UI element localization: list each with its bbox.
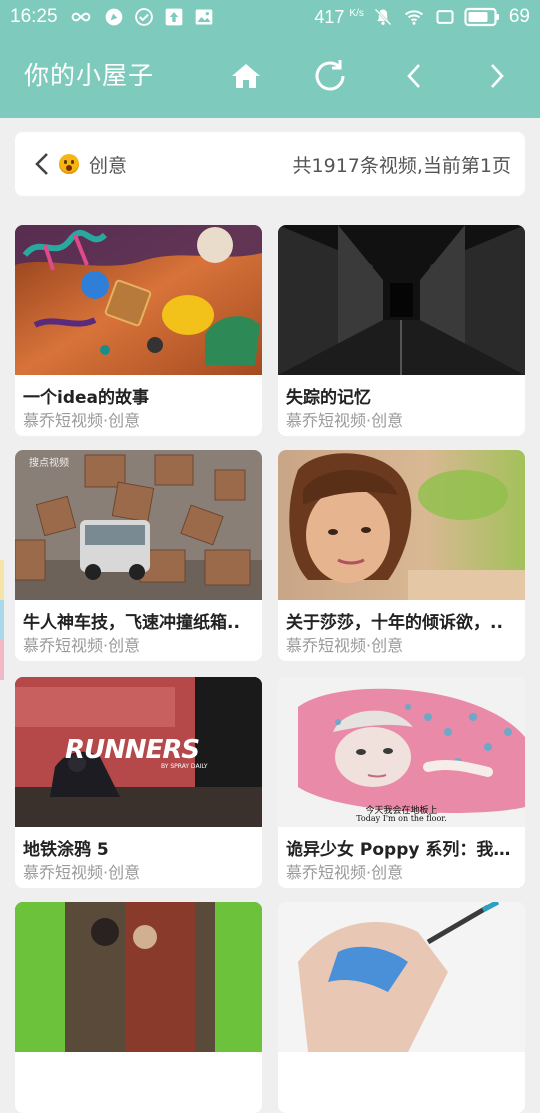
infinity-icon [71, 12, 90, 22]
video-overlay-subtext: BY SPRAY DAILY [161, 763, 208, 770]
video-title: 牛人神车技，飞速冲撞纸箱.. [23, 613, 240, 633]
next-page-button[interactable] [475, 54, 519, 98]
prev-page-button[interactable] [392, 54, 436, 98]
video-source: 慕乔短视频·创意 [23, 411, 141, 430]
battery-percent: 69 [508, 6, 530, 27]
status-bar: 16:25 417 K/s 69 [0, 0, 540, 34]
video-caption-en: Today I'm on the floor. [356, 814, 447, 823]
video-card[interactable]: 搜点视频 牛人神车技，飞速冲撞纸箱.. 慕乔短视频·创意 [15, 450, 262, 661]
video-card[interactable] [15, 902, 262, 1113]
video-source: 慕乔短视频·创意 [286, 636, 404, 655]
video-title: 关于莎莎，十年的倾诉欲，.. [286, 613, 503, 633]
chevron-right-icon [491, 64, 504, 88]
video-card[interactable]: 一个idea的故事 慕乔短视频·创意 [15, 225, 262, 436]
back-chevron-icon[interactable] [31, 150, 55, 178]
video-source: 慕乔短视频·创意 [23, 636, 141, 655]
surprised-face-icon [59, 154, 79, 174]
category-header: 创意 共1917条视频,当前第1页 [15, 132, 525, 196]
video-thumbnail: 搜点视频 [15, 450, 262, 600]
video-overlay-text: RUNNERS [65, 735, 200, 765]
side-tab-blue[interactable] [0, 600, 4, 640]
video-title: 诡异少女 Poppy 系列：我在.. [286, 840, 518, 860]
app-title: 你的小屋子 [24, 61, 155, 90]
app-bar: 你的小屋子 [0, 34, 540, 118]
video-thumbnail: RUNNERS BY SPRAY DAILY [15, 677, 262, 827]
compass-icon [105, 8, 122, 26]
refresh-icon [315, 60, 345, 91]
category-name: 创意 [89, 155, 128, 177]
video-watermark: 搜点视频 [29, 458, 69, 469]
video-thumbnail [278, 902, 525, 1052]
video-card[interactable]: 关于莎莎，十年的倾诉欲，.. 慕乔短视频·创意 [278, 450, 525, 661]
mute-bell-icon [374, 8, 392, 26]
video-source: 慕乔短视频·创意 [23, 863, 141, 882]
video-title: 失踪的记忆 [286, 388, 371, 408]
screen-rotate-icon [436, 10, 454, 24]
video-source: 慕乔短视频·创意 [286, 863, 404, 882]
check-circle-icon [134, 8, 153, 26]
upload-icon [165, 8, 182, 26]
home-icon [232, 64, 260, 88]
status-time: 16:25 [10, 6, 58, 27]
video-thumbnail: 今天我会在地板上 Today I'm on the floor. [278, 677, 525, 827]
video-card[interactable]: RUNNERS BY SPRAY DAILY 地铁涂鸦 5 慕乔短视频·创意 [15, 677, 262, 888]
video-card[interactable] [278, 902, 525, 1113]
video-card[interactable]: 今天我会在地板上 Today I'm on the floor. 诡异少女 Po… [278, 677, 525, 888]
video-thumbnail [15, 225, 262, 375]
refresh-button[interactable] [308, 54, 352, 98]
side-tab-pink[interactable] [0, 640, 4, 680]
side-tab-yellow[interactable] [0, 560, 4, 600]
home-button[interactable] [224, 54, 268, 98]
chevron-left-icon [407, 64, 420, 88]
page-summary: 共1917条视频,当前第1页 [292, 155, 511, 177]
video-title: 地铁涂鸦 5 [23, 840, 109, 860]
video-title: 一个idea的故事 [23, 388, 149, 408]
wifi-icon [404, 10, 423, 25]
video-thumbnail [15, 902, 262, 1052]
video-source: 慕乔短视频·创意 [286, 411, 404, 430]
battery-icon [464, 7, 499, 27]
video-thumbnail [278, 225, 525, 375]
image-icon [195, 9, 212, 25]
video-card[interactable]: 失踪的记忆 慕乔短视频·创意 [278, 225, 525, 436]
net-speed: 417 K/s [314, 6, 364, 27]
video-thumbnail [278, 450, 525, 600]
